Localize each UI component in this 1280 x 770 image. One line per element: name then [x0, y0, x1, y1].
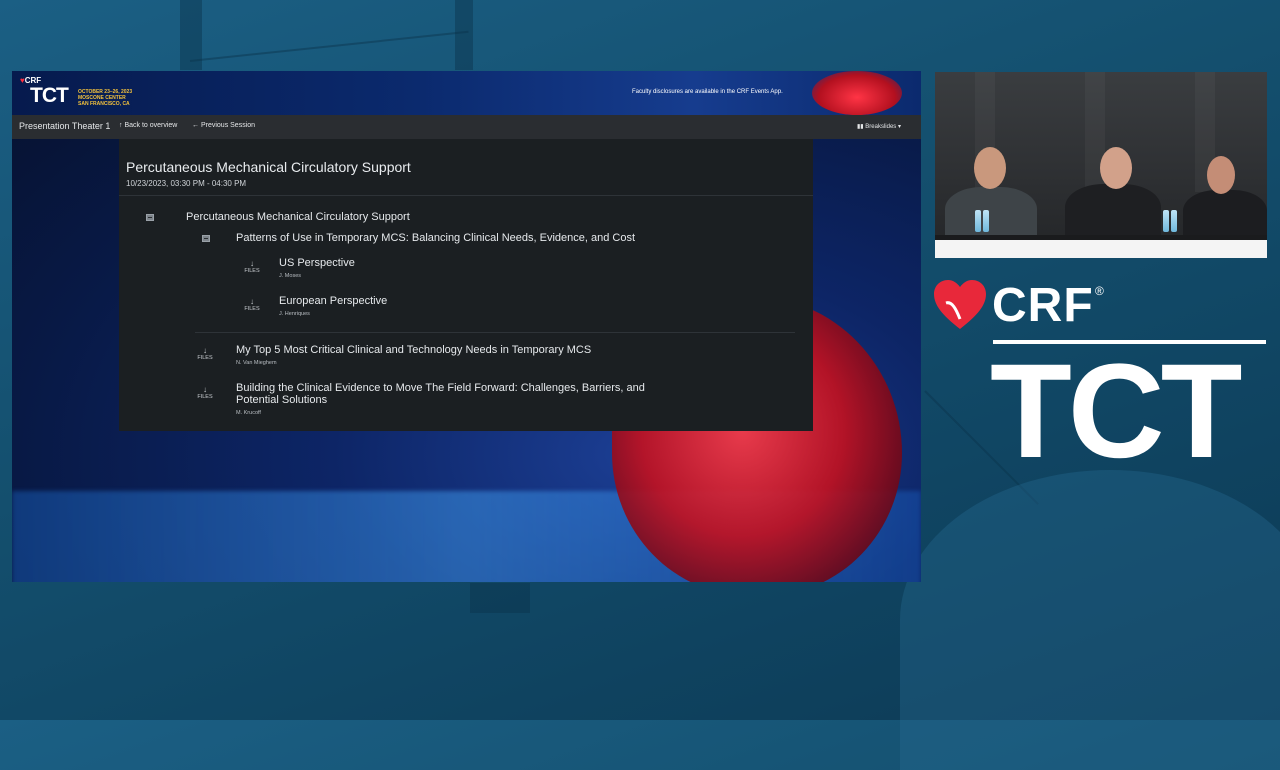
download-icon: ↓ [250, 297, 254, 306]
session-panel: Percutaneous Mechanical Circulatory Supp… [119, 139, 813, 431]
session-title: Percutaneous Mechanical Circulatory Supp… [126, 159, 411, 175]
panelist-head [1100, 147, 1132, 189]
tct-logo: ♥CRF TCT OCTOBER 23–26, 2023 MOSCONE CEN… [20, 76, 140, 112]
files-label: FILES [244, 268, 260, 274]
bridge-tower-bottom [470, 583, 530, 613]
breakslides-label: Breakslides [865, 124, 897, 130]
agenda-item-icon [146, 214, 154, 221]
water-bottle [1171, 210, 1177, 232]
files-download-button[interactable]: ↓ FILES [240, 259, 264, 275]
agenda-subgroup-title: Patterns of Use in Temporary MCS: Balanc… [236, 232, 636, 244]
brand-crf-text: CRF [992, 279, 1094, 332]
panelist-body [945, 187, 1037, 242]
logo-tct-text: TCT [30, 84, 69, 107]
breakslides-dropdown[interactable]: ▮▮ Breakslides ▾ [857, 123, 901, 130]
brand-tct-text: TCT [990, 337, 1242, 486]
talk-title[interactable]: Building the Clinical Evidence to Move T… [236, 382, 676, 406]
arrow-up-icon: ↑ [119, 122, 123, 129]
files-download-button[interactable]: ↓ FILES [240, 297, 264, 313]
panel-table [935, 240, 1267, 258]
files-download-button[interactable]: ↓ FILES [193, 385, 217, 401]
talk-author: J. Moses [279, 273, 302, 279]
talk-author: J. Henriques [279, 311, 310, 317]
back-to-overview-link[interactable]: ↑ Back to overview [119, 122, 177, 129]
water-bottle [975, 210, 981, 232]
panelist-head [974, 147, 1006, 189]
divider [119, 195, 813, 196]
heart-icon [934, 280, 986, 329]
talk-title[interactable]: US Perspective [279, 257, 355, 269]
back-to-overview-label: Back to overview [124, 122, 178, 129]
panelist-body [1065, 184, 1161, 242]
arrow-left-icon: ← [192, 122, 199, 129]
conference-banner: ♥CRF TCT OCTOBER 23–26, 2023 MOSCONE CEN… [12, 71, 921, 115]
talk-author: M. Krucoff [236, 410, 261, 416]
previous-session-link[interactable]: ← Previous Session [192, 122, 255, 129]
bridge-cable [189, 30, 469, 62]
logo-event-info: OCTOBER 23–26, 2023 MOSCONE CENTER SAN F… [78, 89, 132, 107]
agenda-group-title: Percutaneous Mechanical Circulatory Supp… [186, 211, 410, 223]
files-label: FILES [244, 306, 260, 312]
download-icon: ↓ [250, 259, 254, 268]
talk-author: N. Van Mieghem [236, 360, 277, 366]
files-label: FILES [197, 355, 213, 361]
bridge-tower-mid [455, 0, 473, 70]
session-time: 10/23/2023, 03:30 PM - 04:30 PM [126, 179, 247, 188]
logo-city: SAN FRANCISCO, CA [78, 101, 130, 107]
caret-down-icon: ▾ [897, 124, 901, 130]
main-screen: ♥CRF TCT OCTOBER 23–26, 2023 MOSCONE CEN… [12, 71, 921, 582]
water-bottle [1163, 210, 1169, 232]
nav-theater-link[interactable]: Presentation Theater 1 [19, 121, 110, 131]
columns-icon: ▮▮ [857, 124, 864, 130]
files-label: FILES [197, 394, 213, 400]
talk-title[interactable]: My Top 5 Most Critical Clinical and Tech… [236, 344, 591, 356]
banner-heart-graphic [812, 71, 902, 115]
background-hill [900, 470, 1280, 770]
divider [195, 332, 795, 333]
files-download-button[interactable]: ↓ FILES [193, 346, 217, 362]
download-icon: ↓ [203, 385, 207, 394]
panelist-head [1207, 156, 1235, 194]
navbar: Presentation Theater 1 ↑ Back to overvie… [12, 115, 921, 139]
faculty-disclosure-text: Faculty disclosures are available in the… [632, 89, 783, 95]
previous-session-label: Previous Session [200, 122, 256, 129]
talk-title[interactable]: European Perspective [279, 295, 387, 307]
water-bottle [983, 210, 989, 232]
agenda-item-icon [202, 235, 210, 242]
speaker-camera-view [935, 72, 1267, 258]
registered-mark: ® [1095, 284, 1104, 298]
download-icon: ↓ [203, 346, 207, 355]
